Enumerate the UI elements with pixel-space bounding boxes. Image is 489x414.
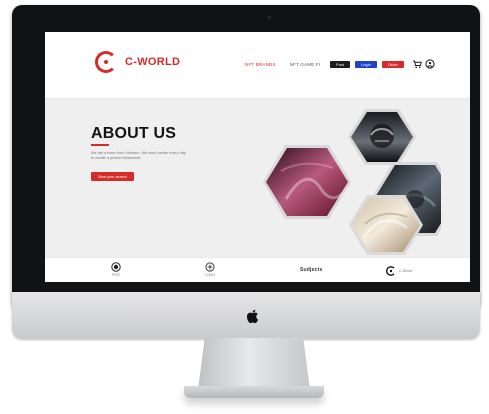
partner-c-world-icon	[385, 266, 395, 276]
post-button[interactable]: Post	[330, 60, 351, 68]
partner-2[interactable]: LOGO	[205, 262, 215, 277]
site-header: C-WORLD NFT BRANDS NFT GAME FI Post Logi…	[45, 32, 470, 99]
monitor-bezel: C-WORLD NFT BRANDS NFT GAME FI Post Logi…	[12, 5, 480, 311]
c-world-logo-icon	[95, 51, 117, 73]
order-button[interactable]: Order	[381, 60, 405, 68]
order-button-label: Order	[387, 61, 399, 67]
partner-3-wordmark: Sudjects	[300, 267, 323, 273]
partner-4[interactable]: C-World	[385, 265, 412, 277]
camera-dot	[268, 16, 271, 19]
nav-item-nft-brands[interactable]: NFT BRANDS	[245, 62, 276, 67]
partner-seal-icon	[111, 262, 121, 272]
header-actions: Post Login Order	[330, 59, 435, 69]
nft-hex-art-1[interactable]	[263, 145, 351, 219]
partner-emblem-icon	[205, 262, 215, 272]
nft-hex-gallery	[263, 109, 441, 255]
partner-3[interactable]: Sudjects	[300, 267, 322, 273]
about-description: We are a team from Vietnam. We work hard…	[91, 151, 186, 160]
imac-mockup: C-WORLD NFT BRANDS NFT GAME FI Post Logi…	[0, 0, 489, 414]
user-icon[interactable]	[425, 59, 435, 69]
brand[interactable]: C-WORLD	[95, 51, 180, 73]
partner-strip: PHỞ LOGO Sudjects C-World	[45, 257, 470, 282]
nav-item-nft-game-fi[interactable]: NFT GAME FI	[290, 62, 321, 67]
partner-1-label: PHỞ	[112, 273, 120, 277]
login-button[interactable]: Login	[355, 60, 377, 68]
brand-name: C-WORLD	[125, 56, 181, 68]
apple-icon	[246, 309, 259, 324]
about-title: ABOUT US	[91, 125, 177, 142]
start-search-label: Start your search	[98, 174, 127, 179]
stand-neck	[198, 338, 310, 390]
main-nav: NFT BRANDS NFT GAME FI	[245, 62, 334, 67]
website-screen: C-WORLD NFT BRANDS NFT GAME FI Post Logi…	[45, 32, 470, 282]
login-button-label: Login	[361, 61, 371, 67]
start-search-button[interactable]: Start your search	[91, 172, 134, 181]
title-accent-line	[91, 144, 109, 146]
partner-2-label: LOGO	[205, 273, 216, 277]
cart-icon[interactable]	[412, 59, 422, 69]
stand-foot	[184, 386, 324, 398]
partner-1[interactable]: PHỞ	[111, 262, 121, 277]
nft-hex-art-2[interactable]	[348, 109, 416, 165]
post-button-label: Post	[336, 61, 345, 67]
partner-4-label: C-World	[399, 269, 412, 273]
